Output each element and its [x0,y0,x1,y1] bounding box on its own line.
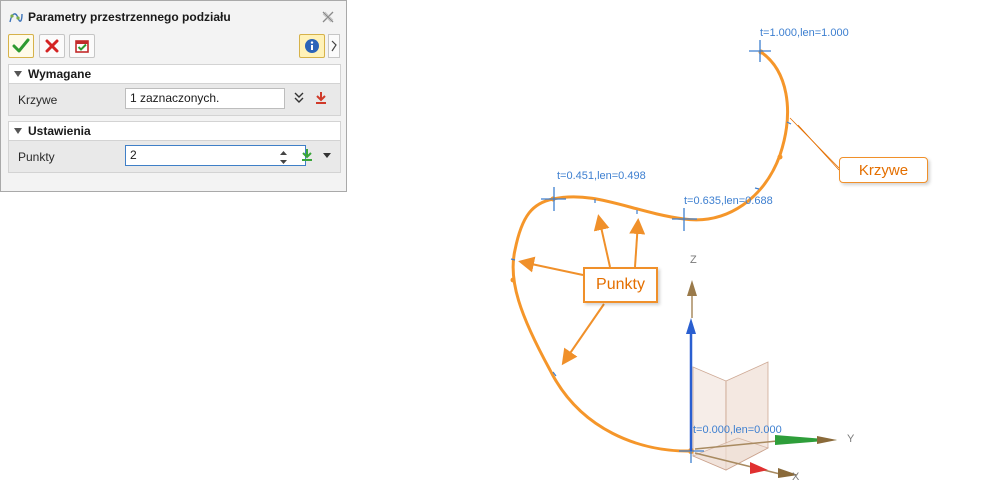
graphics-viewport[interactable]: t=1.000,len=1.000 t=0.451,len=0.498 t=0.… [350,0,1000,500]
curves-callout-leaders [789,117,840,171]
collapse-triangle-icon [14,128,22,134]
points-callout: Punkty [583,267,658,303]
ok-button[interactable] [8,34,34,58]
collapse-triangle-icon [14,71,22,77]
stepper-down-icon[interactable] [278,156,289,165]
split-point-p2[interactable] [672,208,697,231]
curve-split-icon [9,13,23,23]
spatial-split-dialog: Parametry przestrzennego podziału Wymaga… [0,0,347,192]
side-panel-toggle[interactable] [328,34,340,58]
section-required-header[interactable]: Wymagane [8,64,341,84]
pencil-icon [331,40,337,52]
info-button[interactable] [299,34,325,58]
dropdown-arrow-icon[interactable] [319,147,335,163]
dialog-title: Parametry przestrzennego podziału [28,10,231,24]
curves-callout: Krzywe [839,157,928,183]
apply-icon [75,40,89,53]
axis-y-label: Y [847,433,855,445]
x-icon [45,39,59,53]
axis-x-label: X [792,471,800,483]
point-label-end: t=1.000,len=1.000 [760,27,849,39]
stepper-up-icon[interactable] [278,146,289,155]
curves-field[interactable]: 1 zaznaczonych. [125,88,285,109]
split-point-p1[interactable] [541,187,566,211]
variable-icon[interactable] [299,147,315,163]
cancel-button[interactable] [39,34,65,58]
point-label-p1: t=0.451,len=0.498 [557,170,646,182]
double-chevron-down-icon[interactable] [291,90,307,106]
section-settings-header[interactable]: Ustawienia [8,121,341,141]
axis-z-label: Z [690,254,697,266]
dialog-toolbar [1,31,346,59]
apply-button[interactable] [69,34,95,58]
info-icon [305,39,319,53]
close-icon[interactable] [321,10,335,24]
clear-selection-icon[interactable] [313,90,329,106]
curves-label: Krzywe [18,93,58,107]
section-settings-title: Ustawienia [28,124,91,138]
scene-canvas [510,40,840,478]
dialog-titlebar: Parametry przestrzennego podziału [1,1,346,31]
section-settings-body: Punkty 2 [8,141,341,173]
point-label-start: t=0.000,len=0.000 [693,424,782,436]
point-label-p2: t=0.635,len=0.688 [684,195,773,207]
points-label: Punkty [18,150,55,164]
section-required-body: Krzywe 1 zaznaczonych. [8,84,341,116]
points-stepper[interactable] [278,146,289,165]
section-required-title: Wymagane [28,67,92,81]
check-icon [12,38,30,53]
